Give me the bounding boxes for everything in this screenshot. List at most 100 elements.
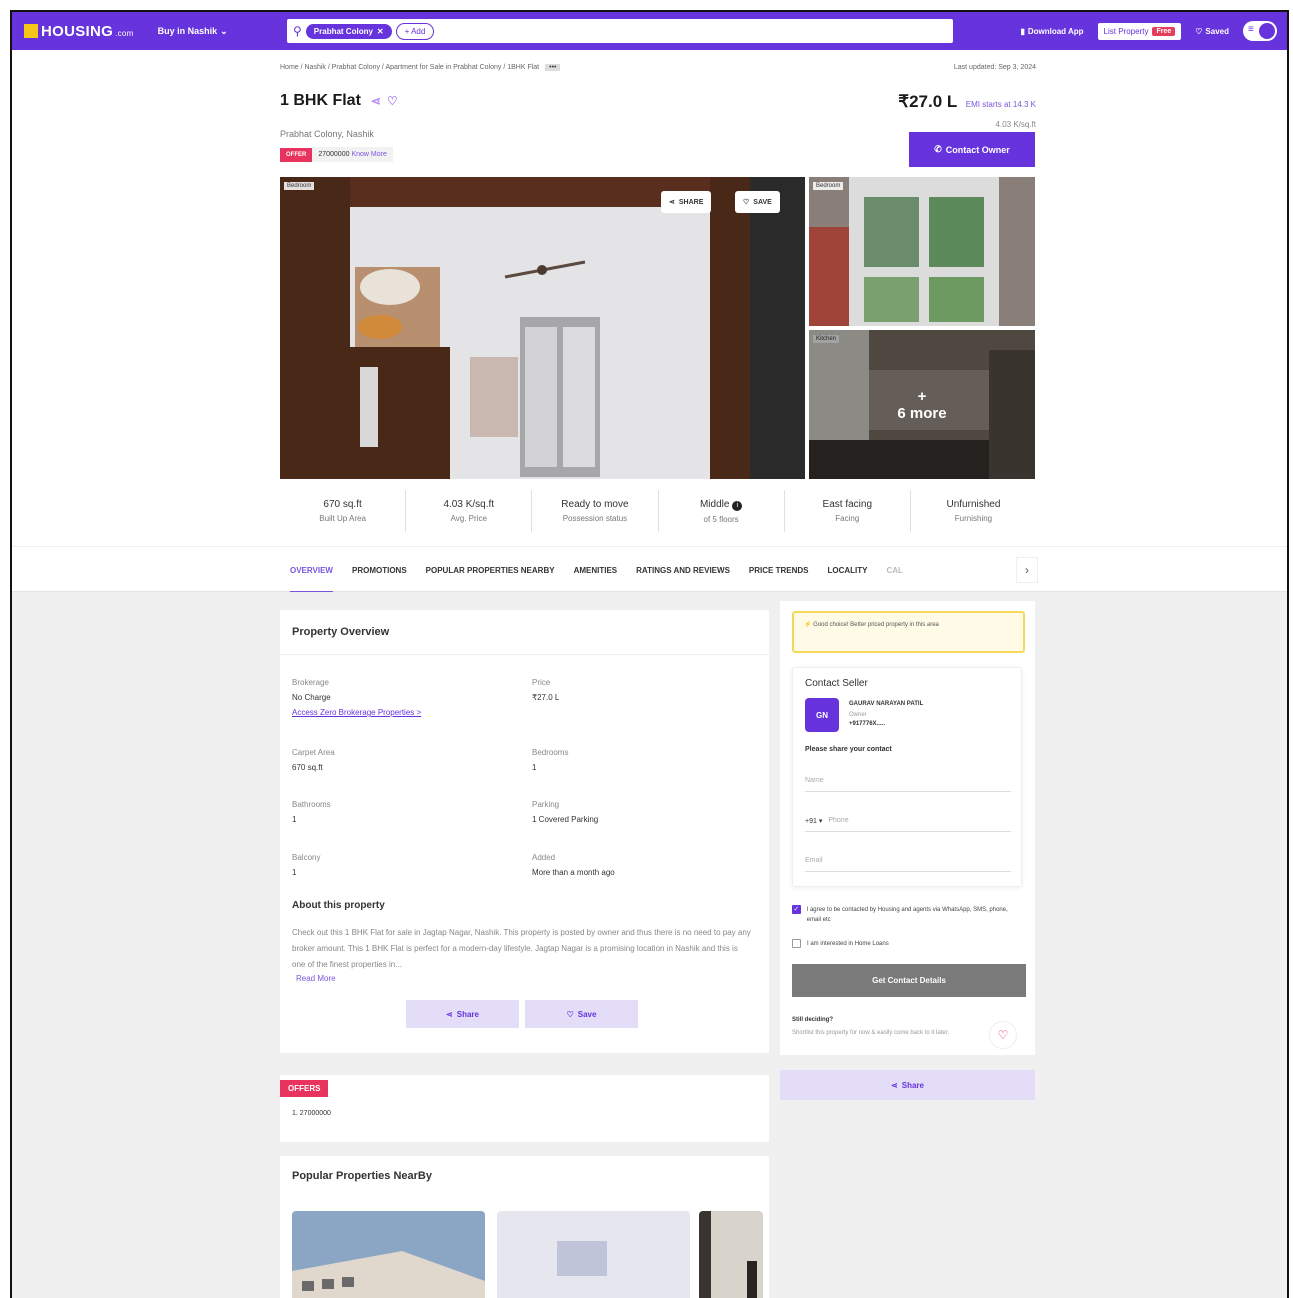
stat-label: Facing: [835, 514, 860, 523]
top-navbar: HOUSING .com Buy in Nashik ⌄ ⚲ Prabhat C…: [12, 12, 1287, 50]
stat-value: Middle: [699, 498, 730, 510]
buy-city-dropdown[interactable]: Buy in Nashik ⌄: [158, 26, 228, 37]
bedroom-photo-illustration: [280, 177, 805, 479]
side-photo-2[interactable]: Kitchen + 6 more: [809, 330, 1035, 479]
field-value: 1 Covered Parking: [532, 815, 599, 824]
offers-tag: OFFERS: [280, 1080, 329, 1097]
overview-save-button[interactable]: ♡ Save: [525, 1000, 638, 1028]
side-photo-1[interactable]: Bedroom: [809, 177, 1035, 326]
breadcrumb: Home / Nashik / Prabhat Colony / Apartme…: [280, 64, 1036, 71]
contact-seller-heading: Contact Seller: [805, 678, 868, 689]
more-photos-overlay[interactable]: + 6 more: [809, 330, 1035, 479]
shortlist-heart-icon[interactable]: ♡: [989, 1021, 1017, 1049]
price-per-sqft: 4.03 K/sq.ft: [995, 120, 1036, 129]
agree-checkbox-row[interactable]: ✓ I agree to be contacted by Housing and…: [792, 905, 1022, 925]
zero-brokerage-link[interactable]: Access Zero Brokerage Properties >: [292, 708, 421, 717]
still-deciding-title: Still deciding?: [792, 1017, 834, 1023]
stat-furnishing: Unfurnished Furnishing: [911, 490, 1036, 532]
home-loans-checkbox[interactable]: [792, 939, 801, 948]
caret-down-icon: ▾: [818, 817, 823, 825]
building-photo-illustration: [292, 1211, 485, 1298]
name-placeholder: Name: [805, 777, 824, 784]
popular-property-image[interactable]: [292, 1211, 485, 1298]
profile-menu-toggle[interactable]: ≡: [1243, 21, 1277, 41]
field-value: No Charge: [292, 693, 331, 702]
overview-price: Price ₹27.0 L: [532, 678, 559, 702]
popular-properties-card: Popular Properties NearBy: [280, 1156, 769, 1298]
search-bar[interactable]: ⚲ Prabhat Colony ✕ + Add: [287, 19, 953, 43]
locality-chip[interactable]: Prabhat Colony ✕: [305, 23, 392, 39]
heart-icon: ♡: [743, 199, 750, 206]
tab-promotions[interactable]: PROMOTIONS: [352, 566, 407, 575]
overview-brokerage: Brokerage No Charge Access Zero Brokerag…: [292, 678, 421, 717]
chevron-right-icon: ›: [1025, 563, 1029, 577]
section-tabs: OVERVIEW PROMOTIONS POPULAR PROPERTIES N…: [290, 547, 903, 593]
stat-value: East facing: [822, 499, 873, 510]
download-app-link[interactable]: ▮ Download App: [1020, 27, 1083, 36]
overview-carpet-area: Carpet Area 670 sq.ft: [292, 748, 335, 772]
browser-page: HOUSING .com Buy in Nashik ⌄ ⚲ Prabhat C…: [10, 10, 1289, 1298]
gallery-share-button[interactable]: ⋖ SHARE: [661, 191, 712, 213]
phone-icon: ▮: [1020, 26, 1025, 36]
info-icon[interactable]: i: [732, 500, 743, 511]
main-photo[interactable]: Bedroom ⋖ SHARE ♡ SAVE: [280, 177, 805, 479]
property-overview-card: Property Overview Brokerage No Charge Ac…: [280, 610, 769, 1053]
popular-property-image[interactable]: [699, 1211, 763, 1298]
share-icon[interactable]: ⋖: [371, 94, 381, 108]
popular-property-image[interactable]: [497, 1211, 690, 1298]
interior-photo-illustration: [497, 1211, 690, 1298]
stat-possession: Ready to move Possession status: [532, 490, 659, 532]
phone-field[interactable]: +91 ▾ Phone: [805, 810, 1011, 832]
overview-share-button[interactable]: ⋖ Share: [406, 1000, 519, 1028]
breadcrumb-path[interactable]: Home / Nashik / Prabhat Colony / Apartme…: [280, 64, 539, 71]
read-more-link[interactable]: Read More: [296, 974, 336, 983]
know-more-link[interactable]: Know More: [351, 151, 386, 158]
tab-popular-properties[interactable]: POPULAR PROPERTIES NEARBY: [426, 566, 555, 575]
name-field[interactable]: Name: [805, 770, 1011, 792]
saved-link[interactable]: ♡ Saved: [1195, 27, 1229, 36]
emi-link[interactable]: EMI starts at 14.3 K: [966, 100, 1036, 109]
tabs-next-button[interactable]: ›: [1016, 557, 1038, 583]
agree-checkbox[interactable]: ✓: [792, 905, 801, 914]
housing-logo[interactable]: HOUSING .com: [24, 23, 134, 40]
listing-title: 1 BHK Flat: [280, 92, 361, 109]
logo-mark-icon: [24, 24, 38, 38]
heart-icon[interactable]: ♡: [387, 94, 398, 108]
home-loans-checkbox-row[interactable]: I am interested in Home Loans: [792, 939, 889, 948]
tab-amenities[interactable]: AMENITIES: [574, 566, 618, 575]
plus-icon: +: [917, 387, 927, 405]
tab-calculator[interactable]: CAL: [886, 566, 902, 575]
gallery-save-button[interactable]: ♡ SAVE: [735, 191, 780, 213]
share-icon: ⋖: [891, 1080, 898, 1090]
stat-value: Ready to move: [561, 499, 629, 510]
offer-text: 27000000: [318, 151, 350, 158]
photo-category-label: Bedroom: [813, 182, 844, 190]
stat-facing: East facing Facing: [785, 490, 911, 532]
breadcrumb-more-button[interactable]: •••: [545, 64, 561, 71]
overview-save-label: Save: [577, 1009, 597, 1019]
stat-label: Possession status: [562, 514, 628, 523]
tab-locality[interactable]: LOCALITY: [827, 566, 867, 575]
sidebar-share-button[interactable]: ⋖ Share: [780, 1070, 1035, 1100]
window-photo-illustration: [809, 177, 1035, 326]
listing-header: 1 BHK Flat ⋖ ♡ ₹27.0 L EMI starts at 14.…: [280, 92, 1036, 129]
overview-parking: Parking 1 Covered Parking: [532, 800, 598, 824]
listing-price: ₹27.0 L: [898, 92, 958, 111]
list-property-button[interactable]: List Property Free: [1097, 22, 1182, 40]
tab-overview[interactable]: OVERVIEW: [290, 547, 333, 593]
country-code-select[interactable]: +91 ▾: [805, 817, 822, 825]
field-value: ₹27.0 L: [532, 693, 560, 702]
close-icon[interactable]: ✕: [377, 27, 384, 36]
contact-owner-button[interactable]: ✆ Contact Owner: [909, 132, 1035, 167]
seller-phone: +917776X.....: [849, 721, 885, 727]
add-locality-chip[interactable]: + Add: [395, 22, 435, 40]
saved-label: Saved: [1205, 26, 1229, 36]
tab-ratings[interactable]: RATINGS AND REVIEWS: [636, 566, 730, 575]
offers-text: 1. 27000000: [292, 1110, 331, 1117]
field-value: 1: [292, 815, 297, 824]
email-placeholder: Email: [805, 857, 823, 864]
email-field[interactable]: Email: [805, 850, 1011, 872]
get-contact-details-button[interactable]: Get Contact Details: [792, 964, 1026, 997]
tab-price-trends[interactable]: PRICE TRENDS: [749, 566, 809, 575]
field-value: More than a month ago: [532, 868, 615, 877]
